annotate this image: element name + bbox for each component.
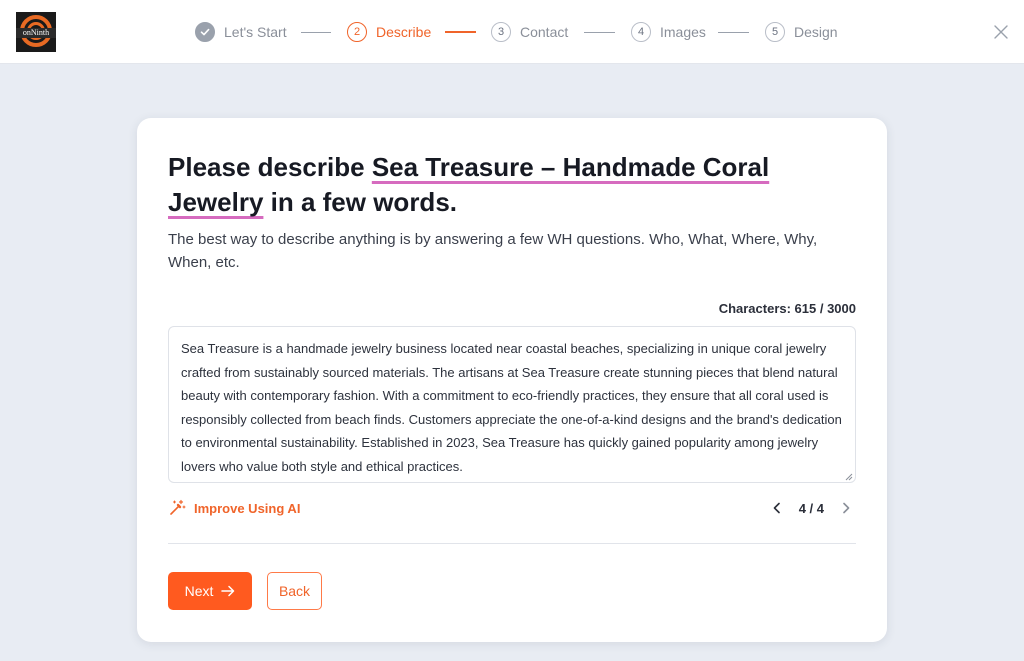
check-icon [195,22,215,42]
close-button[interactable] [991,22,1011,42]
chevron-left-icon [773,502,780,514]
step-design[interactable]: 5 Design [765,22,838,42]
back-button[interactable]: Back [267,572,322,610]
step-describe[interactable]: 2 Describe [347,22,431,42]
resize-handle-icon[interactable] [844,472,853,481]
close-icon [994,25,1008,39]
improve-ai-button[interactable]: Improve Using AI [168,498,300,518]
suggestion-pager: 4 / 4 [767,498,856,518]
step-connector [584,32,615,33]
step-connector [301,32,331,33]
title-suffix: in a few words. [263,187,457,217]
step-number: 4 [631,22,651,42]
pager-count: 4 / 4 [798,500,824,516]
step-lets-start[interactable]: Let's Start [195,22,287,42]
step-label: Describe [376,24,432,40]
page-subtitle: The best way to describe anything is by … [168,231,818,271]
next-button-label: Next [184,583,214,599]
progress-stepper: Let's Start 2 Describe 3 Contact 4 Image… [0,22,1024,42]
step-number: 3 [491,22,511,42]
page-title: Please describe Sea Treasure – Handmade … [168,150,808,220]
step-connector [718,32,749,33]
magic-wand-icon [170,499,186,515]
character-counter: Characters: 615 / 3000 [718,301,856,316]
improve-ai-label: Improve Using AI [194,500,301,516]
description-textarea[interactable]: Sea Treasure is a handmade jewelry busin… [168,326,856,483]
step-number: 2 [347,22,367,42]
describe-card: Please describe Sea Treasure – Handmade … [137,118,887,642]
pager-prev-button[interactable] [767,498,787,518]
step-label: Design [794,24,838,40]
arrow-right-icon [221,585,235,597]
step-label: Images [660,24,706,40]
step-contact[interactable]: 3 Contact [491,22,568,42]
top-bar: onNinth Let's Start 2 Describe 3 Contact… [0,0,1024,64]
title-prefix: Please describe [168,152,372,182]
step-label: Contact [520,24,569,40]
chevron-right-icon [843,502,850,514]
step-number: 5 [765,22,785,42]
step-connector-active [445,31,476,33]
pager-next-button[interactable] [836,498,856,518]
divider [168,543,856,544]
step-images[interactable]: 4 Images [631,22,706,42]
step-label: Let's Start [224,24,287,40]
next-button[interactable]: Next [168,572,252,610]
